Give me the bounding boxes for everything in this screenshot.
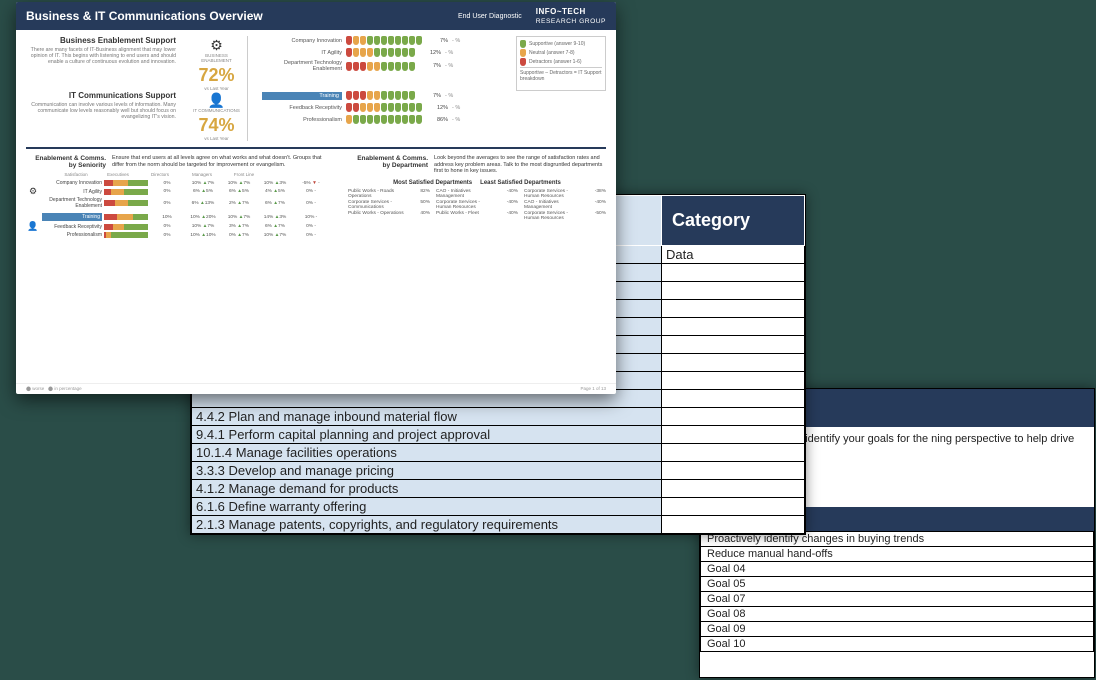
goal-item: Goal 05 [700, 577, 1094, 592]
table-row: 6.1.6 Define warranty offering [192, 498, 805, 516]
report-header: Business & IT Communications Overview En… [16, 2, 616, 30]
goal-item: Goal 10 [700, 637, 1094, 652]
goal-item: Goal 07 [700, 592, 1094, 607]
table-row: 2.1.3 Manage patents, copyrights, and re… [192, 516, 805, 534]
table-row: 4.4.2 Plan and manage inbound material f… [192, 408, 805, 426]
goal-item: Reduce manual hand-offs [700, 547, 1094, 562]
report-footer: ⬤ worse ⬤ in percentage Page 1 of 13 [16, 383, 616, 394]
table-row: 3.3.3 Develop and manage pricing [192, 462, 805, 480]
department-section: Enablement & Comms. by Department Look b… [348, 155, 606, 242]
goal-item: Goal 08 [700, 607, 1094, 622]
table-row: 9.4.1 Perform capital planning and proje… [192, 426, 805, 444]
department-title: Enablement & Comms. by Department [348, 155, 428, 175]
table-row: 10.1.4 Manage facilities operations [192, 444, 805, 462]
department-desc: Look beyond the averages to see the rang… [434, 155, 606, 175]
report-card: Business & IT Communications Overview En… [16, 2, 616, 394]
report-subtitle: End User Diagnostic [458, 13, 522, 20]
brand-logo: INFO~TECHRESEARCH GROUP [536, 7, 606, 25]
seniority-desc: Ensure that end users at all levels agre… [112, 155, 328, 169]
legend-note: ⬤ worse ⬤ in percentage [26, 386, 82, 392]
goal-item: Goal 09 [700, 622, 1094, 637]
seniority-section: Enablement & Comms. by Seniority Ensure … [26, 155, 328, 242]
page-number: Page 1 of 13 [580, 386, 606, 392]
process-header-right: Category [662, 196, 805, 246]
goal-item: Goal 04 [700, 562, 1094, 577]
goals-list: Proactively identify changes in buying t… [700, 531, 1094, 652]
seniority-title: Enablement & Comms. by Seniority [26, 155, 106, 169]
report-title: Business & IT Communications Overview [26, 9, 263, 23]
legend: Supportive (answer 9-10)Neutral (answer … [516, 36, 606, 91]
table-row: 4.1.2 Manage demand for products [192, 480, 805, 498]
